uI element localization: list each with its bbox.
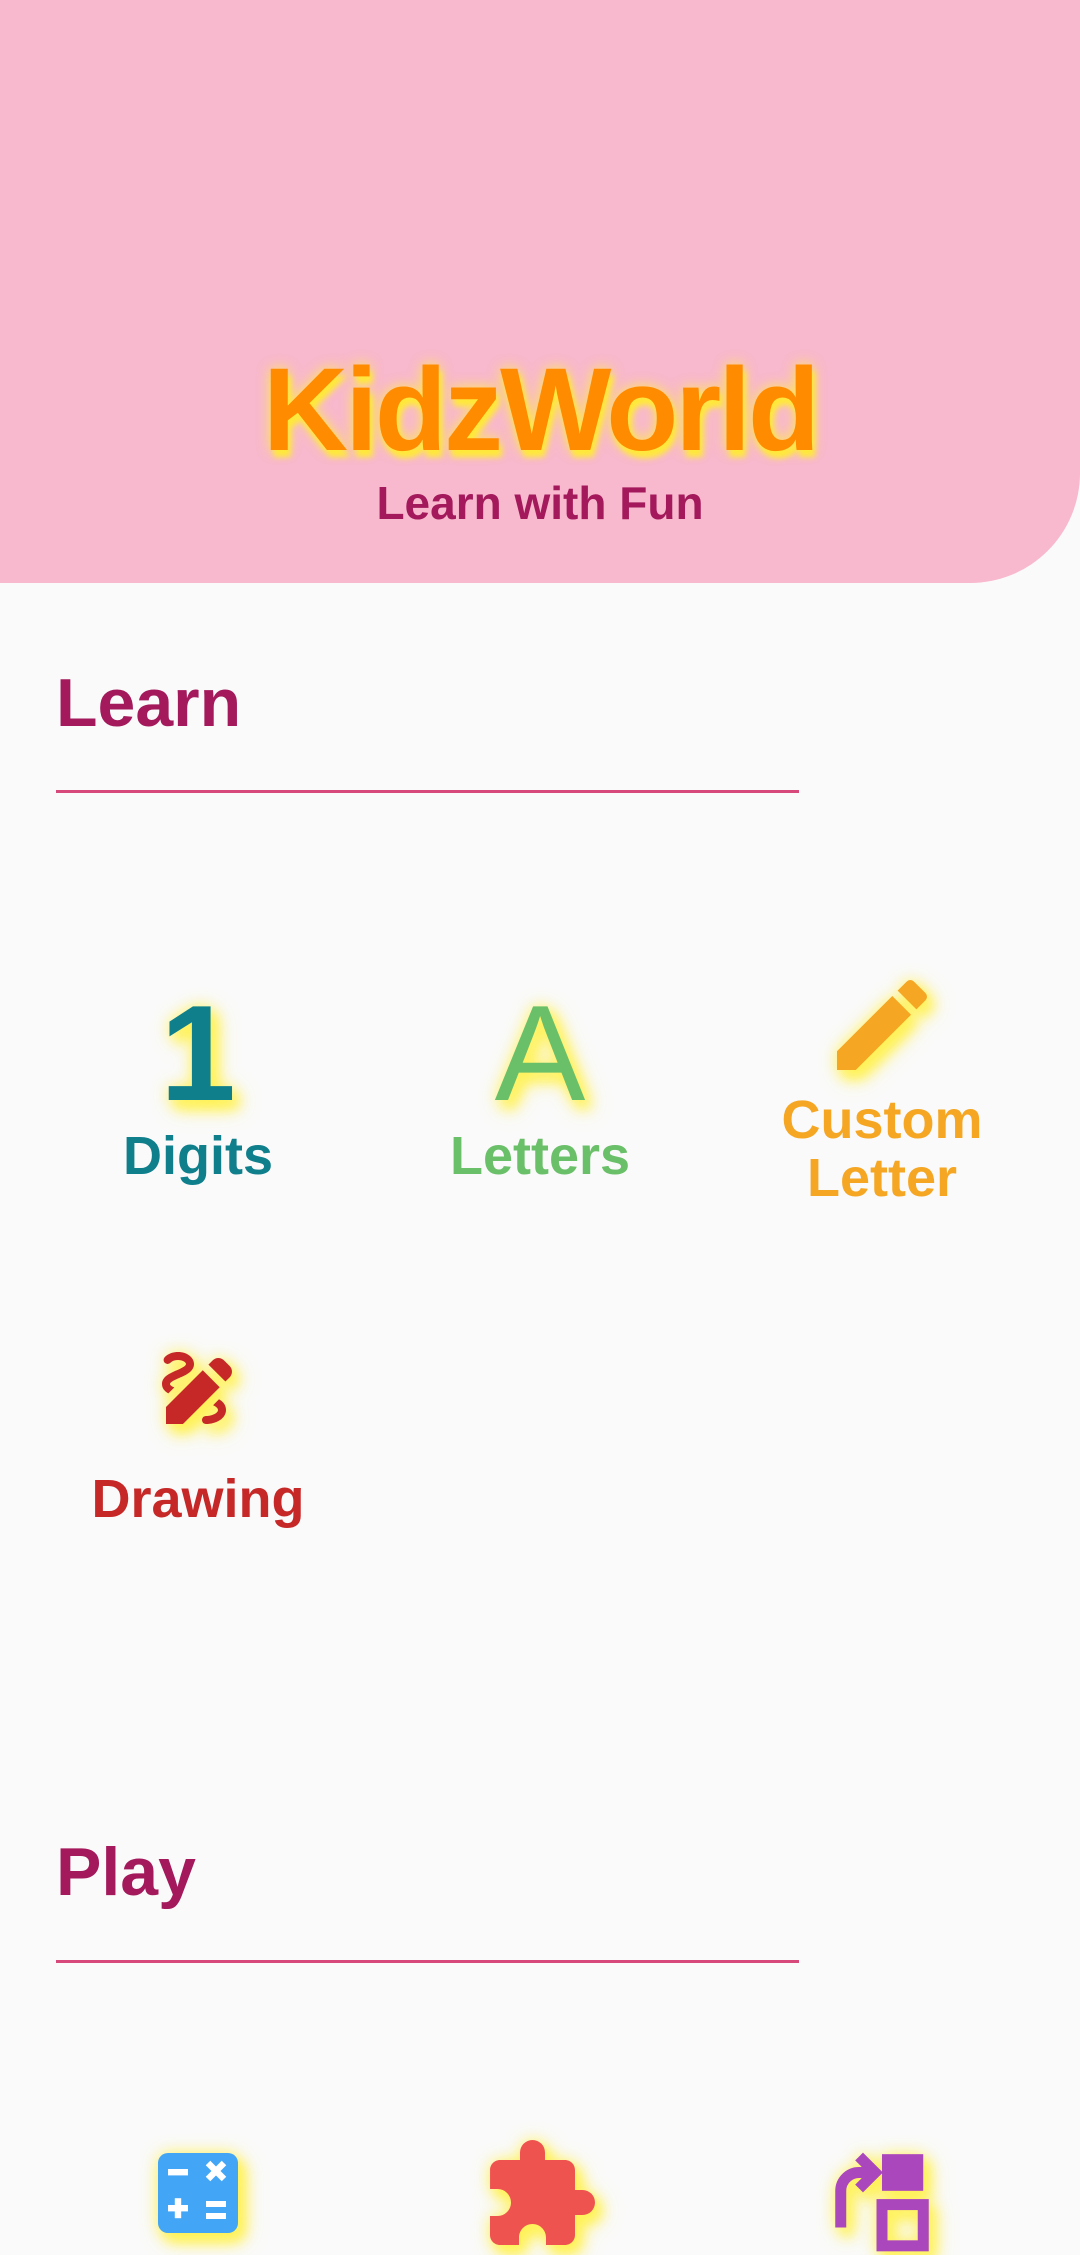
- puzzle-game-tile[interactable]: [370, 2135, 710, 2255]
- app-subtitle: Learn with Fun: [376, 477, 704, 529]
- drawing-label: Drawing: [91, 1469, 305, 1529]
- digits-tile[interactable]: 1 Digits: [28, 985, 368, 1185]
- shapes-rotate-icon: [712, 2145, 1052, 2255]
- shapes-game-tile[interactable]: [712, 2145, 1052, 2255]
- pencil-icon: [712, 965, 1052, 1085]
- digit-one-icon: 1: [160, 977, 236, 1129]
- app-title: KidzWorld: [262, 344, 820, 476]
- math-game-tile[interactable]: [28, 2145, 368, 2241]
- learn-section-title: Learn: [56, 665, 242, 741]
- play-section-title: Play: [56, 1834, 196, 1910]
- puzzle-icon: [370, 2135, 710, 2255]
- play-divider: [56, 1960, 799, 1963]
- drawing-tile[interactable]: Drawing: [28, 1340, 368, 1528]
- learn-divider: [56, 790, 799, 793]
- calculator-icon: [28, 2145, 368, 2241]
- letters-tile[interactable]: A Letters: [370, 985, 710, 1185]
- custom-letter-tile[interactable]: Custom Letter: [712, 965, 1052, 1207]
- header-banner: KidzWorld Learn with Fun: [0, 0, 1080, 583]
- custom-letter-label-line1: Custom: [781, 1090, 983, 1150]
- letters-label: Letters: [449, 1126, 631, 1186]
- drawing-icon: [28, 1340, 368, 1436]
- digits-label: Digits: [122, 1126, 273, 1186]
- custom-letter-label-line2: Letter: [806, 1148, 958, 1208]
- letter-a-icon: A: [494, 977, 586, 1129]
